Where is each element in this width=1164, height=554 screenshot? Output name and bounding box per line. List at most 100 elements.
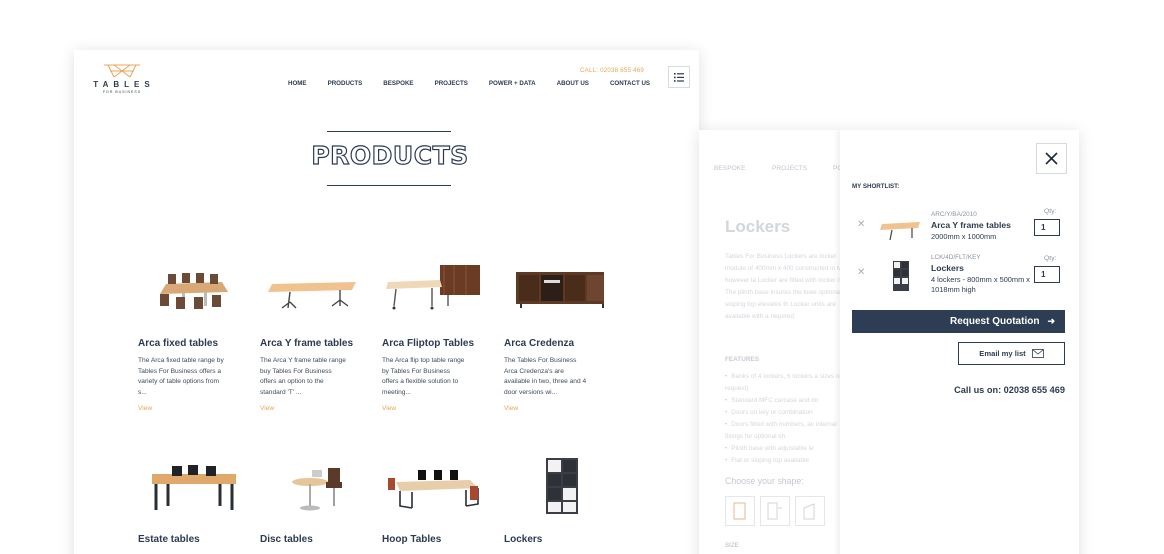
- detail-title: Lockers: [725, 217, 791, 236]
- feature-item: Doors fitted with numbers, av internal f…: [725, 419, 855, 443]
- product-name[interactable]: Lockers: [504, 534, 619, 545]
- nav-power-data[interactable]: POWER + DATA: [489, 80, 536, 87]
- shape-option[interactable]: [725, 496, 755, 526]
- shape-option[interactable]: [760, 496, 790, 526]
- shortlist-item: ✕ LCK/4D/FLT/KEY Lockers 4 lockers - 800…: [840, 254, 1079, 299]
- product-card[interactable]: Hoop Tables: [382, 456, 497, 545]
- nav-about-us[interactable]: ABOUT US: [557, 80, 589, 87]
- products-page-window: TABLES FOR BUSINESS CALL: 02038 655 469 …: [74, 50, 699, 554]
- shape-heading: Choose your shape:: [725, 476, 804, 486]
- product-name[interactable]: Disc tables: [260, 534, 375, 545]
- call-us-text[interactable]: Call us on: 02038 655 469: [954, 385, 1065, 395]
- shape-options: [725, 496, 830, 526]
- page-title: PRODUCTS: [311, 140, 469, 170]
- view-link[interactable]: View: [504, 405, 619, 412]
- nav-home[interactable]: HOME: [288, 80, 307, 87]
- screenshot-stage: TABLES FOR BUSINESS CALL: 02038 655 469 …: [0, 0, 1164, 554]
- title-rule-bottom: [327, 185, 451, 186]
- product-description: The Arca Y frame table range buy Tables …: [260, 357, 346, 396]
- product-image: [260, 456, 360, 516]
- product-card[interactable]: Estate tables: [138, 456, 253, 545]
- feature-item: Doors on key or combination: [725, 407, 855, 419]
- product-name[interactable]: Arca Y frame tables: [260, 338, 375, 349]
- product-description: The Arca flip top table range by Tables …: [382, 357, 465, 396]
- item-name: Arca Y frame tables: [931, 220, 1011, 230]
- product-image: [138, 456, 238, 516]
- qty-label: Qty:: [1044, 255, 1057, 262]
- product-image: [382, 456, 482, 516]
- nav-bespoke[interactable]: BESPOKE: [383, 80, 413, 87]
- envelope-icon: [1031, 349, 1044, 358]
- menu-button[interactable]: [668, 66, 690, 88]
- request-quotation-label: Request Quotation: [950, 316, 1040, 327]
- product-card[interactable]: Arca Credenza The Tables For Business Ar…: [504, 260, 619, 412]
- nav-bespoke[interactable]: BESPOKE: [714, 165, 746, 172]
- arrow-right-icon: ➜: [1047, 316, 1055, 326]
- product-name[interactable]: Estate tables: [138, 534, 253, 545]
- item-code: LCK/4D/FLT/KEY: [931, 254, 981, 261]
- item-dimensions: 4 lockers - 800mm x 500mm x 1018mm high: [931, 275, 1030, 294]
- product-image: [504, 260, 608, 320]
- email-list-label: Email my list: [979, 349, 1026, 358]
- shortlist-panel: MY SHORTLIST: ✕ ARC/Y/BA/2010 Arca Y fra…: [840, 130, 1079, 554]
- product-card[interactable]: Disc tables: [260, 456, 375, 545]
- email-list-button[interactable]: Email my list: [958, 342, 1065, 365]
- nav-contact-us[interactable]: CONTACT US: [610, 80, 650, 87]
- qty-label: Qty:: [1044, 208, 1057, 215]
- nav-projects[interactable]: PROJECTS: [772, 165, 807, 172]
- product-name[interactable]: Hoop Tables: [382, 534, 497, 545]
- detail-page-background: BESPOKE PROJECTS PO Lockers Tables For B…: [699, 130, 853, 554]
- logo-wordmark: TABLES: [93, 80, 155, 89]
- size-heading: SIZE: [725, 542, 739, 549]
- tables-for-business-logo[interactable]: TABLES FOR BUSINESS: [89, 62, 155, 94]
- product-description: The Tables For Business Arca Credenza's …: [504, 357, 587, 396]
- product-name[interactable]: Arca fixed tables: [138, 338, 253, 349]
- locker-flat-icon: [733, 502, 746, 520]
- list-icon: [674, 72, 684, 82]
- product-detail-window: BESPOKE PROJECTS PO Lockers Tables For B…: [699, 130, 1079, 554]
- product-name[interactable]: Arca Fliptop Tables: [382, 338, 497, 349]
- main-nav: HOME PRODUCTS BESPOKE PROJECTS POWER + D…: [288, 80, 671, 87]
- item-code: ARC/Y/BA/2010: [931, 211, 977, 218]
- product-card[interactable]: Arca Y frame tables The Arca Y frame tab…: [260, 260, 375, 412]
- view-link[interactable]: View: [138, 405, 253, 412]
- view-link[interactable]: View: [260, 405, 375, 412]
- product-name[interactable]: Arca Credenza: [504, 338, 619, 349]
- remove-item-icon[interactable]: ✕: [857, 219, 865, 230]
- quantity-input[interactable]: [1034, 266, 1060, 283]
- product-image: [138, 260, 238, 320]
- product-image: [260, 260, 360, 320]
- item-dimensions: 2000mm x 1000mm: [931, 232, 997, 241]
- features-heading: FEATURES: [725, 356, 759, 363]
- shortlist-item-image: [878, 212, 924, 246]
- table-logo-icon: [104, 64, 140, 78]
- shortlist-item-image: [878, 258, 924, 292]
- product-card[interactable]: Arca fixed tables The Arca fixed table r…: [138, 260, 253, 412]
- view-link[interactable]: View: [382, 405, 497, 412]
- quantity-input[interactable]: [1034, 219, 1060, 236]
- feature-item: Banks of 4 lockers, 6 lockers a sizes on…: [725, 371, 855, 395]
- logo-tagline: FOR BUSINESS: [102, 90, 142, 94]
- shortlist-title: MY SHORTLIST:: [852, 183, 900, 190]
- nav-products[interactable]: PRODUCTS: [328, 80, 363, 87]
- product-card[interactable]: Lockers: [504, 456, 619, 545]
- features-list: Banks of 4 lockers, 6 lockers a sizes on…: [725, 371, 855, 467]
- call-phone-link[interactable]: CALL: 02038 655 469: [580, 67, 644, 74]
- nav-projects[interactable]: PROJECTS: [435, 80, 468, 87]
- shape-option[interactable]: [795, 496, 825, 526]
- remove-item-icon[interactable]: ✕: [857, 267, 865, 278]
- feature-item: Plinth base with adjustable le: [725, 443, 855, 455]
- close-icon: [1045, 152, 1058, 165]
- locker-double-icon: [767, 502, 782, 520]
- item-name: Lockers: [931, 263, 964, 273]
- feature-item: Flat or sloping top available: [725, 455, 855, 467]
- locker-sloping-icon: [803, 503, 815, 520]
- product-description: The Arca fixed table range by Tables For…: [138, 357, 224, 396]
- product-card[interactable]: Arca Fliptop Tables The Arca flip top ta…: [382, 260, 497, 412]
- request-quotation-button[interactable]: Request Quotation ➜: [852, 310, 1065, 333]
- detail-intro: Tables For Business Lockers are locker m…: [725, 253, 853, 320]
- product-image: [382, 260, 482, 320]
- title-rule-top: [327, 131, 451, 132]
- close-button[interactable]: [1036, 143, 1067, 174]
- shortlist-item: ✕ ARC/Y/BA/2010 Arca Y frame tables 2000…: [840, 208, 1079, 252]
